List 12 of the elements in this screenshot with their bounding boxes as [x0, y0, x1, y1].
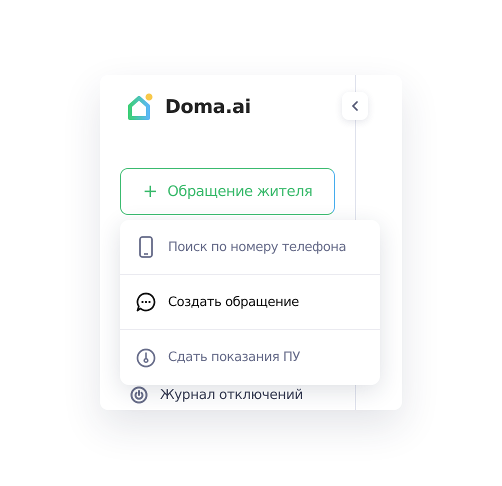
power-icon: [130, 386, 148, 404]
nav-item[interactable]: Журнал отключений: [120, 382, 355, 408]
menu-item[interactable]: Сдать показания ПУ: [120, 330, 380, 385]
house-logo-icon: [127, 93, 153, 121]
menu-item[interactable]: Поиск по номеру телефона: [120, 220, 380, 275]
menu-item[interactable]: Создать обращение: [120, 275, 380, 330]
phone-icon: [136, 236, 156, 258]
logo-text: Doma.ai: [165, 96, 251, 118]
collapse-button[interactable]: [342, 92, 368, 120]
chevron-left-icon: [351, 101, 359, 111]
gauge-icon: [136, 348, 156, 368]
chat-bubble-icon: [136, 292, 156, 312]
